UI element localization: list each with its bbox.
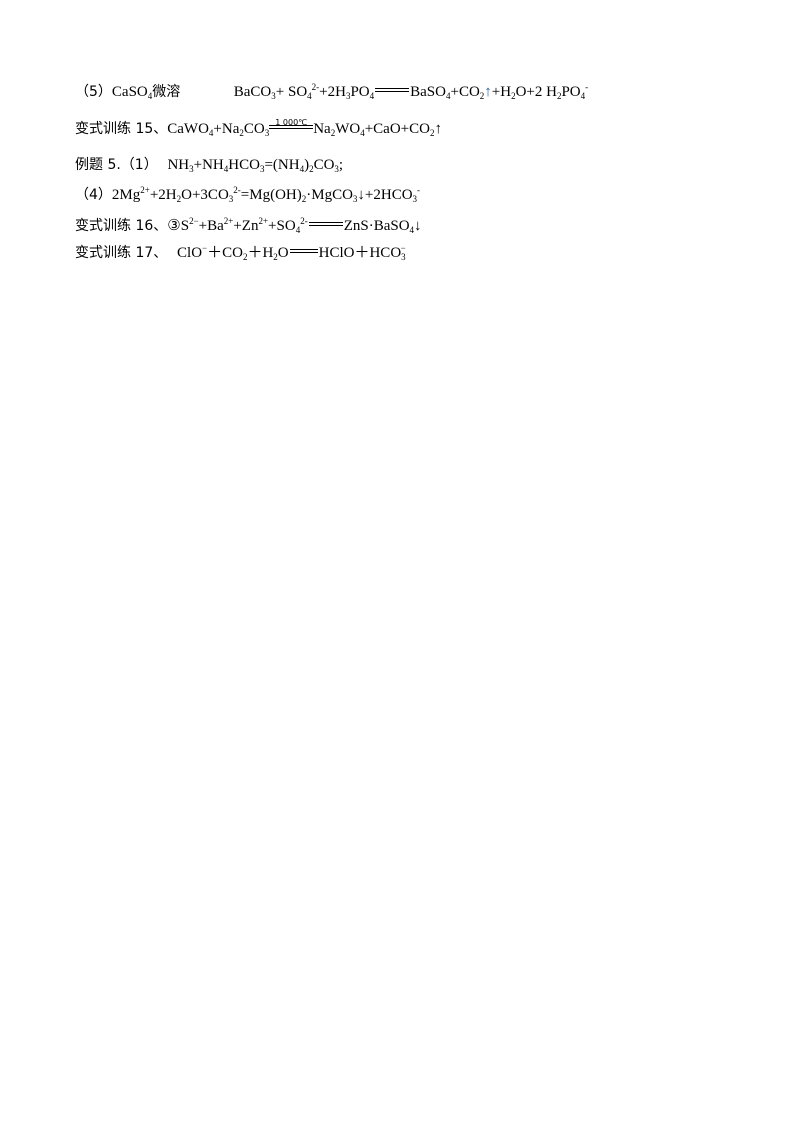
equals-sign-double (375, 88, 410, 92)
formula-text: CO (243, 121, 265, 137)
formula-text: ClO (177, 245, 203, 261)
subscript: 3 (401, 252, 406, 262)
formula-text: ＋H (247, 245, 274, 261)
reaction-condition-equals: 1 000℃ (269, 118, 314, 129)
superscript: 2+ (258, 216, 269, 226)
reaction-condition-label: 1 000℃ (275, 118, 308, 127)
formula-text: HClO＋HCO (318, 245, 402, 261)
formula-text: BaSO (410, 84, 446, 100)
formula-text: =Mg(OH) (240, 187, 302, 203)
answer-line-variant-17: 变式训练 17、 ClO−＋CO2＋H2O HClO＋HCO3− (75, 243, 406, 263)
subscript: 4 (307, 91, 312, 101)
superscript: − (400, 243, 406, 253)
formula-text: BaCO (233, 84, 272, 100)
formula-text: +Zn (233, 218, 259, 234)
formula-text: ·MgCO (306, 187, 353, 203)
formula-text: +2HCO (364, 187, 413, 203)
formula-text: PO (561, 84, 581, 100)
formula-text: CaSO (111, 84, 148, 100)
answer-line-variant-15: 变式训练 15、CaWO4+Na2CO3 1 000℃ Na2WO4+CaO+CO2… (75, 118, 442, 139)
formula-text: O+2 H (515, 84, 557, 100)
superscript: 2+ (223, 216, 234, 226)
equals-sign-double (289, 249, 318, 253)
equation-example-5-4: 2Mg2++2H2O+3CO32-=Mg(OH)2·MgCO3↓+2HCO3- (111, 185, 421, 204)
question-number: （5） (75, 84, 112, 100)
formula-text: Na (313, 121, 331, 137)
subscript: 3 (412, 194, 418, 204)
formula-text: +Ba (198, 218, 224, 234)
formula-text: NH (167, 157, 190, 173)
answer-line-example-5-1: 例题 5.（1） NH3+NH4HCO3=(NH4)2CO3; (75, 155, 343, 175)
formula-text: WO (335, 121, 361, 137)
equation-variant-15: CaWO4+Na2CO3 1 000℃ Na2WO4+CaO+CO2↑ (167, 118, 442, 138)
example-label: 例题 5.（1） (75, 157, 158, 173)
formula-text: +SO (268, 218, 296, 234)
superscript: 2− (189, 216, 199, 226)
answer-line-q5: （5）CaSO4微溶 BaCO3+ SO42-+2H3PO4 BaSO4+CO2↑… (75, 82, 588, 102)
equals-sign-double (308, 222, 343, 226)
formula-text: O (277, 245, 289, 261)
subscript: 3 (228, 194, 234, 204)
precipitate-arrow-icon: ↓ (357, 187, 365, 203)
answer-line-example-5-4: （4）2Mg2++2H2O+3CO32-=Mg(OH)2·MgCO3↓+2HCO… (75, 185, 420, 205)
formula-text: +H (491, 84, 512, 100)
formula-text: 2Mg (111, 187, 141, 203)
exercise-label: 变式训练 17、 (75, 245, 168, 261)
formula-text: +CO (450, 84, 480, 100)
formula-text: CaWO (167, 121, 209, 137)
exercise-label: 变式训练 15、 (75, 121, 168, 137)
formula-caso4: CaSO4 (111, 84, 152, 101)
formula-text: +Na (213, 121, 240, 137)
formula-text: S (180, 218, 190, 234)
superscript: - (585, 82, 589, 92)
formula-text: PO (350, 84, 370, 100)
formula-text: ZnS·BaSO (343, 218, 410, 234)
superscript: 2- (233, 185, 241, 195)
equation-variant-17: ClO−＋CO2＋H2O HClO＋HCO3− (177, 243, 406, 262)
equation-variant-16: S2−+Ba2++Zn2++SO42- ZnS·BaSO4↓ (180, 216, 422, 235)
subscript: 4 (580, 91, 586, 101)
exercise-label: 变式训练 16、 (75, 218, 168, 234)
formula-text: O+3CO (181, 187, 229, 203)
formula-text: +NH (193, 157, 224, 173)
subscript: 4 (369, 91, 375, 101)
superscript: 2- (300, 216, 308, 226)
formula-text: CO (313, 157, 335, 173)
question-number: （4） (75, 187, 112, 203)
formula-text: ; (338, 157, 344, 173)
equation-example-5-1: NH3+NH4HCO3=(NH4)2CO3; (167, 157, 344, 174)
formula-text: =(NH (264, 157, 300, 173)
superscript: - (417, 185, 421, 195)
subscript: 4 (295, 225, 301, 235)
gas-arrow-icon: ↑ (484, 84, 492, 100)
superscript: 2+ (140, 185, 150, 195)
precipitate-arrow-icon: ↓ (414, 218, 422, 234)
formula-text: HCO (228, 157, 260, 173)
formula-text: +2H (149, 187, 177, 203)
solubility-note: 微溶 (152, 84, 181, 100)
formula-text: +CaO+CO (364, 121, 430, 137)
circled-number-marker: ③ (167, 218, 181, 234)
answer-line-variant-16: 变式训练 16、③S2−+Ba2++Zn2++SO42- ZnS·BaSO4↓ (75, 216, 422, 236)
formula-text: +2H (319, 84, 346, 100)
gas-arrow-icon: ↑ (434, 121, 442, 137)
formula-text: ＋CO (207, 245, 243, 261)
formula-text: + SO (275, 84, 308, 100)
equation-q5: BaCO3+ SO42-+2H3PO4 BaSO4+CO2↑+H2O+2 H2PO… (233, 82, 589, 101)
